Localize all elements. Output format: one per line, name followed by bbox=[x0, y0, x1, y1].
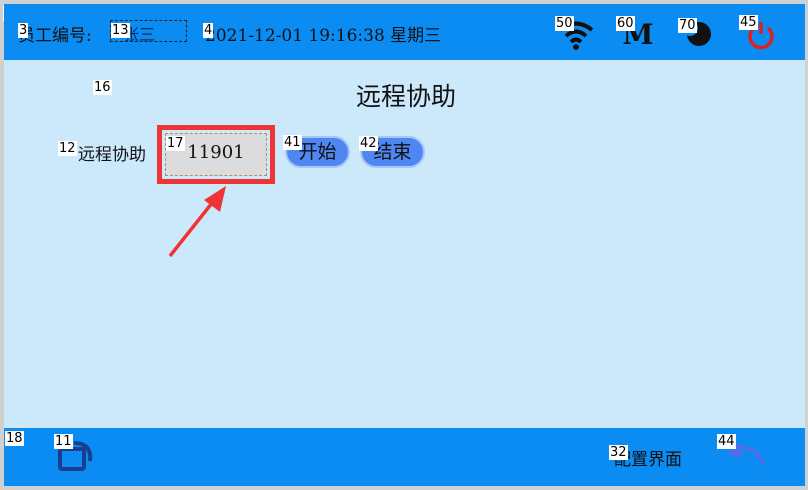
footer-bar: 配置界面 bbox=[4, 428, 805, 486]
remote-assist-label: 远程协助 bbox=[78, 145, 146, 165]
tag-employee-label: 3 bbox=[18, 23, 29, 38]
start-button-label: 开始 bbox=[298, 141, 337, 163]
tag-employee-value: 13 bbox=[111, 23, 130, 38]
end-button-label: 结束 bbox=[373, 141, 412, 163]
tag-home: 11 bbox=[54, 434, 73, 449]
tag-back: 44 bbox=[717, 434, 736, 449]
employee-label: 员工编号: bbox=[18, 26, 92, 46]
tag-wifi: 50 bbox=[555, 16, 574, 31]
page-title: 远程协助 bbox=[356, 82, 457, 111]
tag-footer: 18 bbox=[5, 431, 24, 446]
tag-config: 32 bbox=[609, 445, 628, 460]
pointer-arrow-annotation bbox=[168, 186, 226, 258]
tag-end: 42 bbox=[359, 136, 378, 151]
highlight-box: 11901 bbox=[157, 125, 275, 184]
tag-start: 41 bbox=[283, 135, 302, 150]
tag-label: 12 bbox=[58, 141, 77, 156]
tag-datetime: 4 bbox=[203, 23, 214, 38]
tag-code: 17 bbox=[166, 136, 185, 151]
tag-title: 16 bbox=[93, 80, 112, 95]
tag-m-status: 60 bbox=[616, 16, 635, 31]
tag-moon: 70 bbox=[678, 18, 697, 33]
assist-code-value: 11901 bbox=[187, 142, 245, 163]
tag-power: 45 bbox=[739, 15, 758, 30]
main-panel: 远程协助 远程协助 11901 开始 结束 bbox=[4, 60, 805, 428]
datetime: 2021-12-01 19:16:38 星期三 bbox=[205, 26, 442, 46]
